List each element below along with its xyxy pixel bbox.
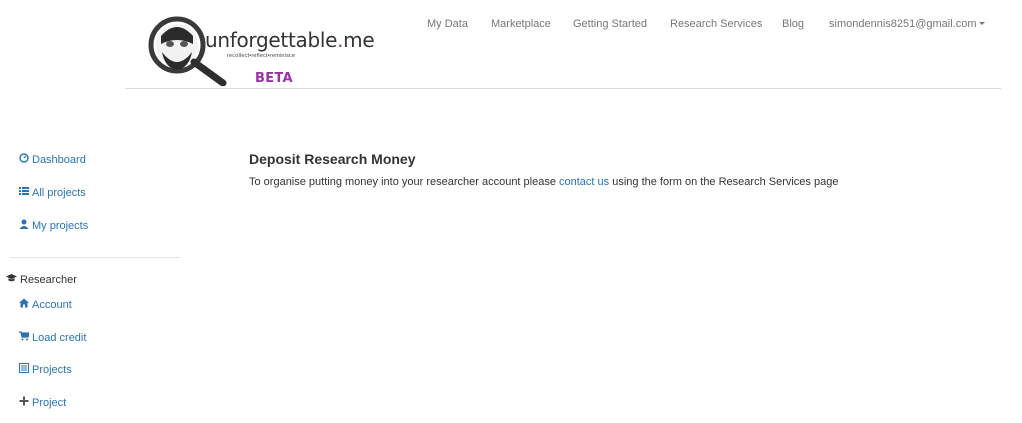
user-email: simondennis8251@gmail.com [829,18,977,30]
cart-icon [18,331,30,344]
page-description: To organise putting money into your rese… [249,176,838,188]
sidebar-item-my-projects[interactable]: My projects [18,219,88,232]
sidebar-item-load-credit[interactable]: Load credit [18,331,86,344]
sidebar-item-label: Project [32,397,67,409]
beta-badge: BETA [255,71,293,86]
description-text-before: To organise putting money into your rese… [249,176,560,188]
sidebar-item-projects[interactable]: Projects [18,363,72,376]
sidebar-item-dashboard[interactable]: Dashboard [18,153,86,166]
sidebar-divider [10,257,180,258]
sidebar-item-label: All projects [32,187,86,199]
user-menu-dropdown[interactable]: simondennis8251@gmail.com [829,18,985,30]
user-icon [18,219,30,232]
sidebar-item-label: My projects [32,220,89,232]
top-navigation: My Data Marketplace Getting Started Rese… [0,18,1022,34]
sidebar-item-label: Account [32,299,72,311]
caret-down-icon [978,22,985,25]
list-alt-icon [18,363,30,376]
sidebar-section-label: Researcher [20,274,77,286]
sidebar-item-all-projects[interactable]: All projects [18,186,86,199]
graduation-cap-icon [6,273,18,286]
sidebar-item-label: Projects [32,364,72,376]
nav-my-data[interactable]: My Data [427,18,468,30]
sidebar-item-label: Dashboard [32,154,86,166]
contact-us-link[interactable]: contact us [559,176,609,188]
sidebar-section-researcher: Researcher [6,273,77,286]
nav-blog[interactable]: Blog [782,18,804,30]
home-icon [18,298,30,311]
plus-icon [18,396,30,409]
nav-research-services[interactable]: Research Services [670,18,762,30]
nav-getting-started[interactable]: Getting Started [573,18,647,30]
brand-tagline: recollect•reflect•reminisce [227,53,296,59]
list-icon [18,186,30,199]
sidebar-item-new-project[interactable]: Project [18,396,66,409]
nav-marketplace[interactable]: Marketplace [491,18,551,30]
page-title: Deposit Research Money [249,151,416,167]
header-divider [125,88,1001,89]
sidebar-item-label: Load credit [32,332,87,344]
dashboard-icon [18,153,30,166]
sidebar-item-account[interactable]: Account [18,298,72,311]
description-text-after: using the form on the Research Services … [609,176,839,188]
